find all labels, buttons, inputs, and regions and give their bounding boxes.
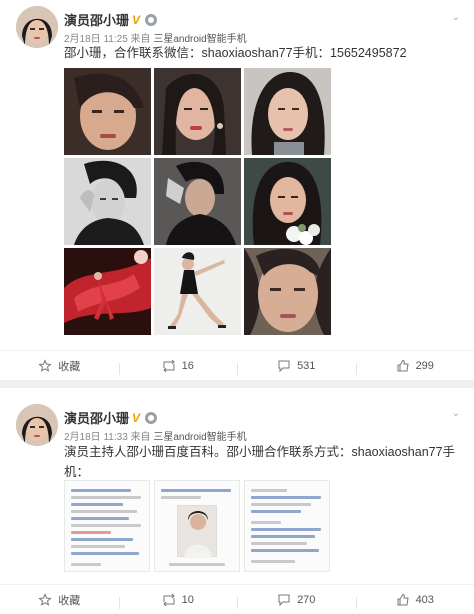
comment-count: 270 [297,593,316,606]
like-count: 403 [415,593,434,606]
baike-screenshot[interactable] [64,480,150,572]
member-badge-icon [145,13,158,26]
comment-icon [278,594,290,606]
repost-button[interactable]: 10 [118,593,238,609]
post-actions: 收藏 10 270 403 [0,584,474,614]
post-photo[interactable] [244,248,331,335]
comment-count: 531 [297,359,316,372]
post-photo[interactable] [64,248,151,335]
like-button[interactable]: 299 [355,359,474,375]
member-badge-icon [145,411,158,424]
verified-icon: V [132,12,141,27]
comment-button[interactable]: 270 [237,593,356,609]
chevron-down-icon[interactable]: ⌄ [452,12,460,23]
star-icon [38,358,52,372]
author-avatar[interactable] [16,6,58,48]
author-name-row: 演员邵小珊 V [64,408,158,427]
photo-grid [64,68,332,335]
like-button[interactable]: 403 [355,593,474,609]
verified-icon: V [132,410,141,425]
thumbs-up-icon [397,359,409,371]
author-name-row: 演员邵小珊 V [64,10,158,29]
comment-button[interactable]: 531 [237,359,356,375]
favorite-label: 收藏 [58,360,81,373]
post-meta: 2月18日 11:33 来自 三星android智能手机 [64,428,247,443]
repost-count: 10 [181,593,194,606]
post-text: 邵小珊，合作联系微信：shaoxiaoshan77手机：15652495872 [64,46,407,60]
thumbs-up-icon [397,593,409,605]
author-avatar[interactable] [16,404,58,446]
repost-icon [162,593,175,606]
favorite-button[interactable]: 收藏 [0,358,119,374]
repost-count: 16 [181,359,194,372]
repost-button[interactable]: 16 [118,359,238,375]
author-name[interactable]: 演员邵小珊 [64,408,129,427]
author-name[interactable]: 演员邵小珊 [64,10,129,29]
baike-screenshot[interactable] [154,480,240,572]
post-photo[interactable] [154,158,241,245]
post-text-line: 演员主持人邵小珊百度百科。邵小珊合作联系方式：shaoxiaoshan77手机： [64,445,456,479]
favorite-label: 收藏 [58,594,81,607]
comment-icon [278,360,290,372]
repost-icon [162,359,175,372]
post-photo[interactable] [154,248,241,335]
post-photo[interactable] [154,68,241,155]
post-photo[interactable] [244,158,331,245]
like-count: 299 [415,359,434,372]
post-photo[interactable] [64,158,151,245]
star-icon [38,592,52,606]
attached-screenshots [64,480,330,572]
baike-screenshot[interactable] [244,480,330,572]
favorite-button[interactable]: 收藏 [0,592,119,608]
post-actions: 收藏 16 531 299 [0,350,474,380]
chevron-down-icon[interactable]: ⌄ [452,408,460,419]
post-photo[interactable] [244,68,331,155]
post-photo[interactable] [64,68,151,155]
